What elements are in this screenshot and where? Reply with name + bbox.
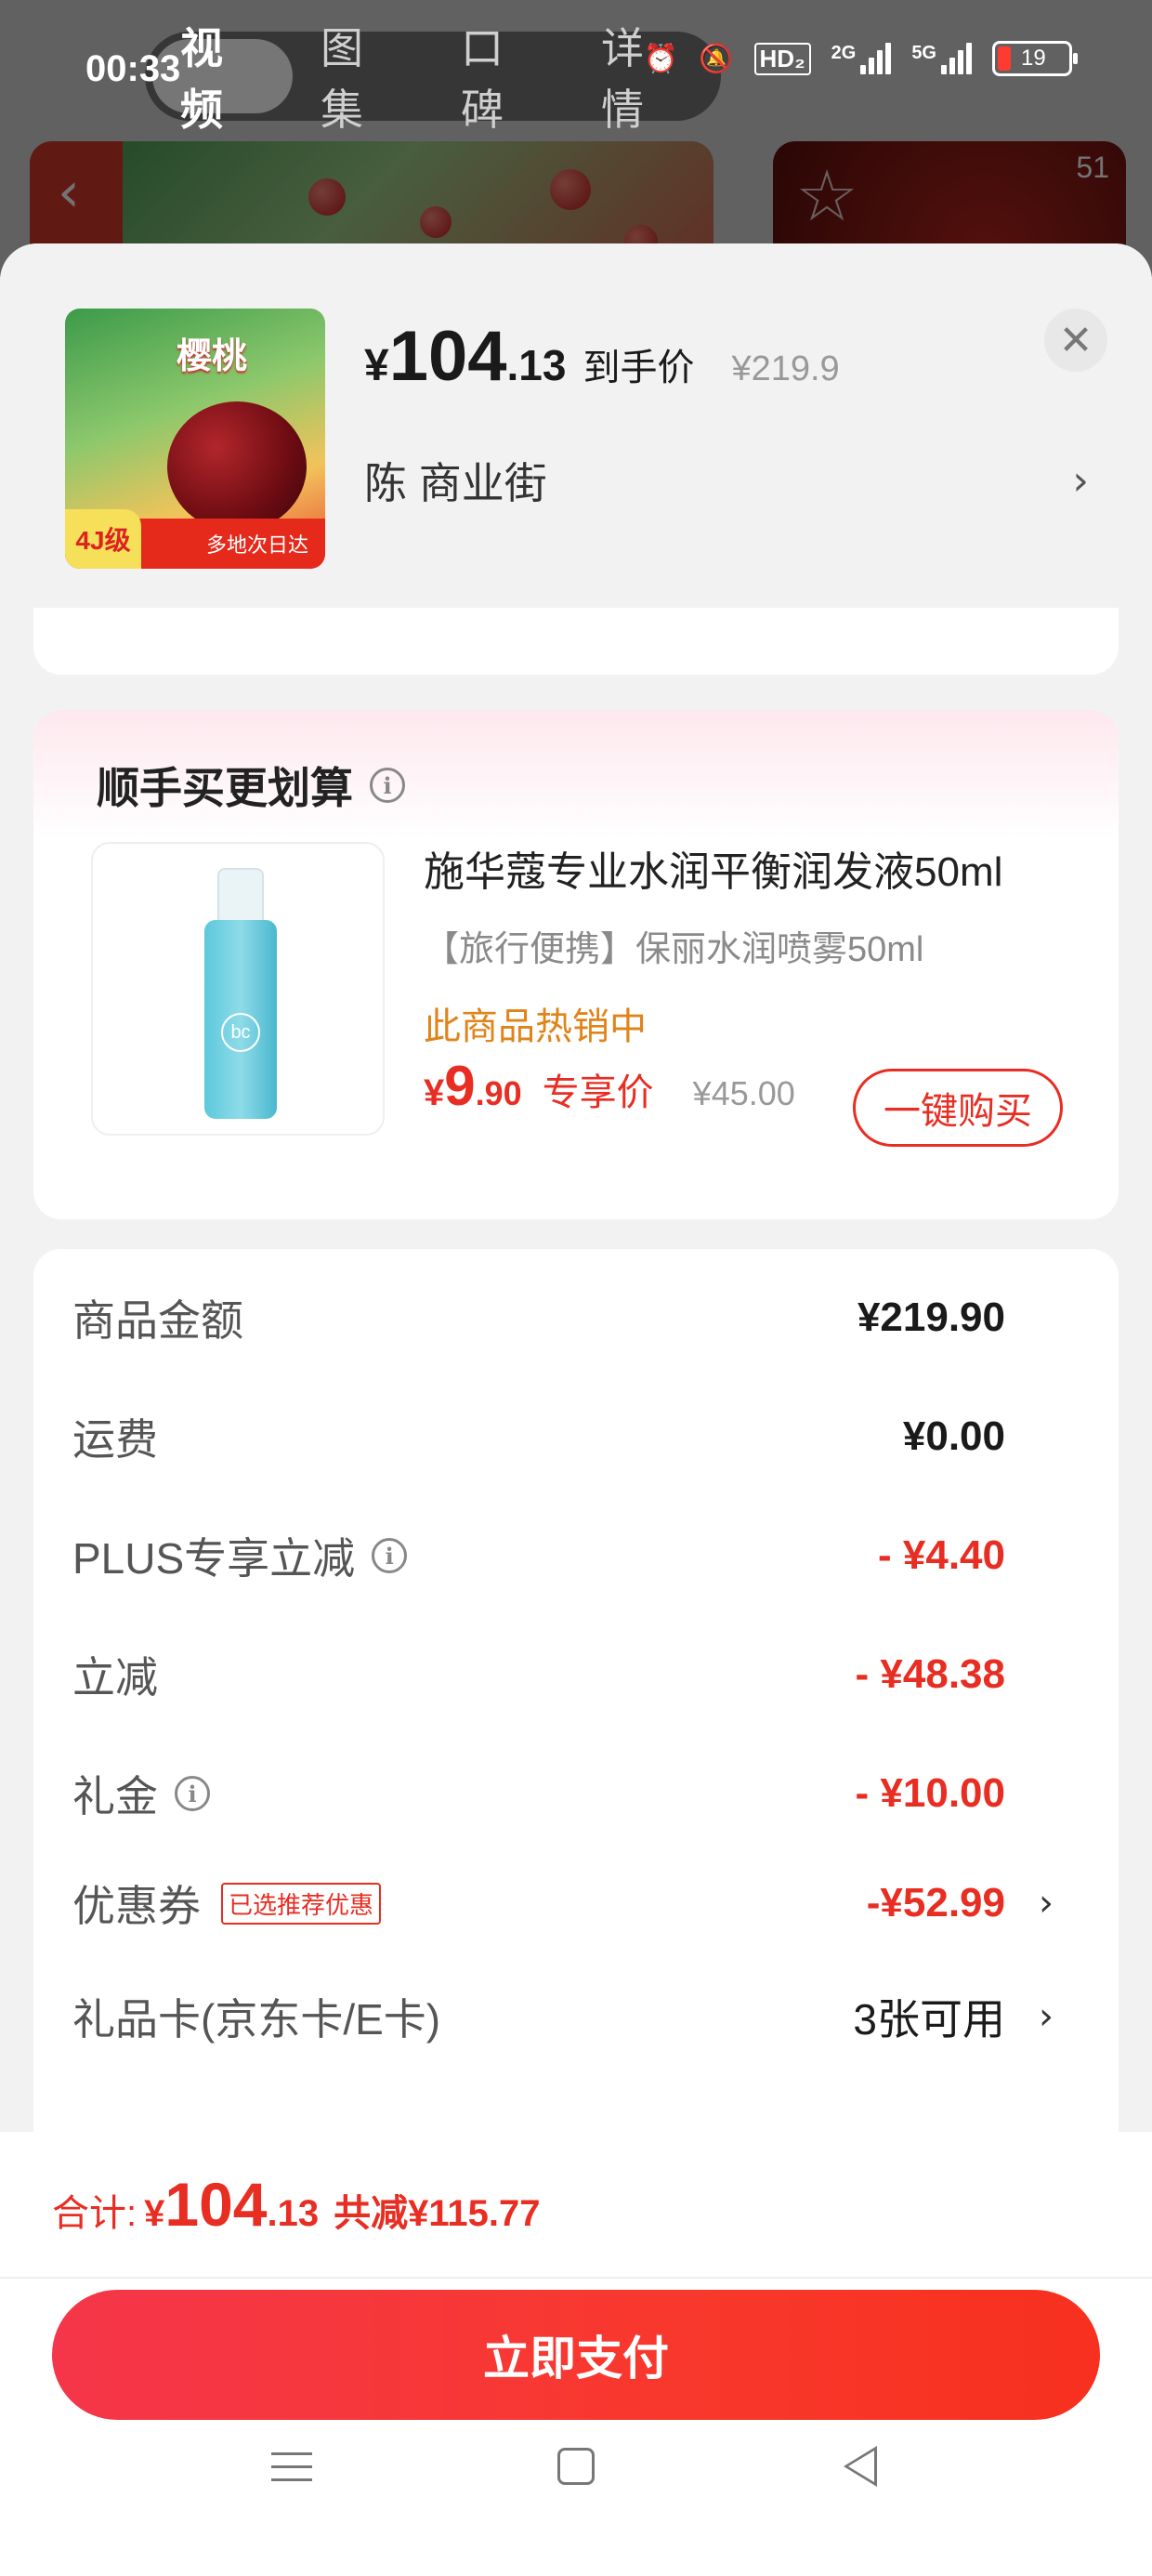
fee-row-plus-discount: PLUS专享立减 i - ¥4.40 [72,1532,1005,1583]
chevron-right-icon: › [1039,1882,1054,1925]
status-time: 00:33 [85,48,181,89]
final-price: ¥ 104 .13 到手价 ¥219.9 [364,317,840,396]
fee-row-coupon[interactable]: 优惠券 已选推荐优惠 -¥52.99 › [72,1866,1076,1940]
checkout-bottom-bar: 合计: ¥ 104 .13 共减¥115.77 立即支付 [0,2132,1152,2576]
fee-row-gift-money: 礼金 i - ¥10.00 [72,1770,1005,1820]
upsell-product-subtitle: 【旅行便携】保丽水润喷雾50ml [424,930,924,969]
menu-icon[interactable] [264,2438,320,2494]
upsell-card: 顺手买更划算 i bc 施华蔻专业水润平衡润发液50ml 【旅行便携】保丽水润喷… [33,710,1119,1219]
total-label: 合计: [52,2193,137,2234]
upsell-hot-label: 此商品热销中 [424,1006,647,1047]
info-icon[interactable]: i [372,1538,408,1573]
original-price: ¥219.9 [731,349,840,388]
pay-now-button[interactable]: 立即支付 [52,2290,1100,2420]
fee-row-shipping: 运费 ¥0.00 [72,1413,1005,1464]
order-total: 合计: ¥ 104 .13 共减¥115.77 [52,2170,541,2239]
tab-reviews[interactable]: 口碑 [433,24,573,134]
chevron-right-icon: › [1039,1995,1054,2038]
home-icon[interactable] [548,2438,604,2494]
alarm-icon: ⏰ [643,43,679,74]
one-click-buy-button[interactable]: 一键购买 [853,1069,1063,1147]
close-button[interactable]: ✕ [1044,309,1107,372]
sheet-header: 樱桃 多地次日达 4J级 ¥ 104 .13 到手价 ¥219.9 ✕ 陈 商业… [0,243,1152,608]
tab-gallery[interactable]: 图集 [293,24,433,134]
mute-bell-icon: 🔕 [699,43,734,74]
battery-icon: 19 [992,41,1078,76]
upsell-price-label: 专享价 [542,1072,654,1113]
signal-5g-icon: 5G [911,43,972,74]
upsell-original-price: ¥45.00 [692,1074,795,1112]
top-tab-bar: 视频 图集 口碑 详情 [145,24,721,134]
fee-row-goods-amount: 商品金额 ¥219.90 [72,1295,1005,1345]
info-icon[interactable]: i [370,768,405,803]
upsell-product-image[interactable]: bc [91,842,385,1136]
upsell-title: 顺手买更划算 i [97,755,405,816]
address-selector[interactable]: 陈 商业街 › [364,448,1089,513]
bottle-logo: bc [221,1013,260,1052]
final-price-label: 到手价 [583,348,695,388]
back-icon[interactable] [832,2438,888,2494]
address-text: 陈 商业街 [364,459,547,507]
divider [0,2277,1152,2279]
upsell-product-name[interactable]: 施华蔻专业水润平衡润发液50ml [424,838,1093,898]
total-saved: 共减¥115.77 [334,2193,541,2234]
upsell-price: ¥ 9 .90 专享价 ¥45.00 [424,1055,795,1117]
product-image-grade: 4J级 [65,509,141,569]
info-icon[interactable]: i [175,1776,210,1811]
hd-icon: HD₂ [753,42,811,75]
product-image: 樱桃 多地次日达 4J级 [65,309,325,569]
status-bar: 视频 图集 口碑 详情 00:33 ⏰ 🔕 HD₂ 2G 5G 19 [0,0,1152,139]
fee-row-gift-card[interactable]: 礼品卡(京东卡/E卡) 3张可用 › [72,1979,1076,2054]
coupon-badge: 已选推荐优惠 [221,1882,382,1925]
fee-row-instant-discount: 立减 - ¥48.38 [72,1651,1005,1702]
signal-2g-icon: 2G [831,43,892,74]
status-icons: ⏰ 🔕 HD₂ 2G 5G 19 [643,41,1078,76]
chevron-right-icon: › [1072,456,1089,505]
product-image-brand: 樱桃 [177,337,248,376]
